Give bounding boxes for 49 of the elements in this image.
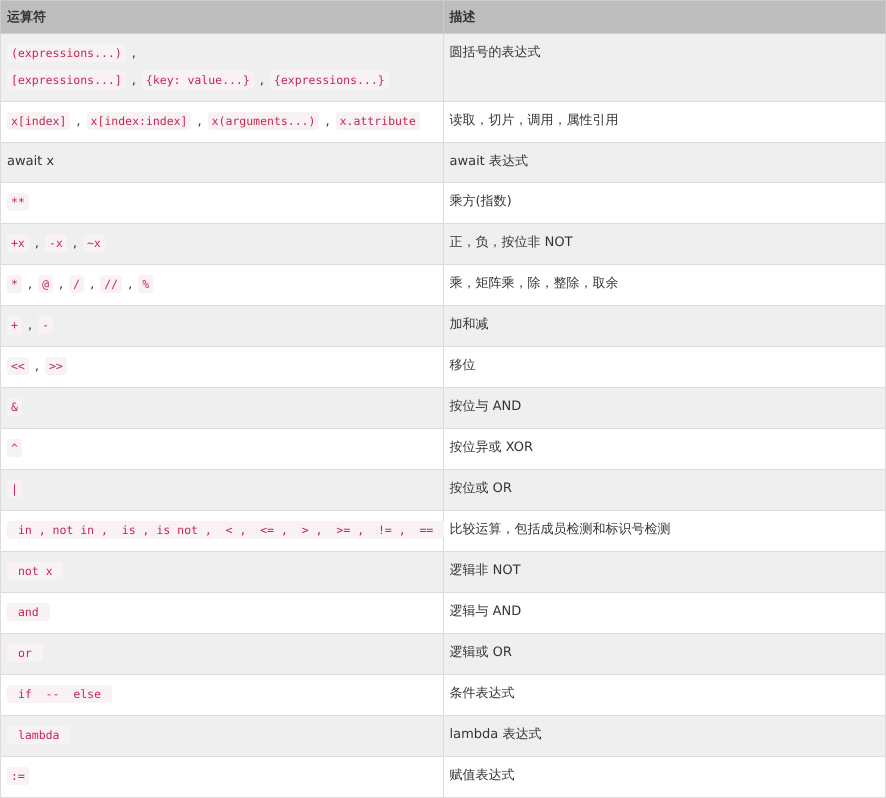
- code-snippet: **: [7, 193, 29, 211]
- column-header: 描述: [443, 0, 886, 34]
- separator-text: ,: [28, 318, 32, 333]
- separator-text: ,: [34, 236, 39, 251]
- code-snippet: (expressions...): [7, 44, 126, 62]
- code-snippet: -x: [45, 234, 67, 252]
- code-snippet: %: [138, 275, 154, 293]
- operator-text: await x: [7, 154, 54, 169]
- separator-text: ,: [128, 277, 132, 292]
- code-snippet: ^: [7, 439, 22, 457]
- code-snippet: or: [7, 644, 43, 662]
- separator-text: ,: [90, 277, 94, 292]
- separator-text: ,: [260, 73, 264, 88]
- code-snippet: [expressions...]: [7, 71, 126, 89]
- code-snippet: |: [7, 480, 22, 498]
- code-snippet: and: [7, 603, 50, 621]
- code-snippet: /: [69, 275, 84, 293]
- separator-text: ,: [197, 114, 202, 129]
- separator-text: ,: [132, 46, 136, 61]
- code-snippet: x[index]: [7, 112, 70, 130]
- code-snippet: :=: [7, 767, 29, 785]
- code-snippet: not x: [7, 562, 64, 580]
- code-snippet: &: [7, 398, 22, 416]
- separator-text: ,: [325, 114, 330, 129]
- separator-text: ,: [59, 277, 64, 292]
- separator-text: ,: [132, 73, 136, 88]
- code-snippet: +x: [7, 234, 29, 252]
- code-snippet: {key: value...}: [142, 71, 254, 89]
- code-snippet: ~x: [83, 234, 105, 252]
- separator-text: ,: [76, 114, 81, 129]
- column-header: 运算符: [0, 0, 443, 34]
- code-snippet: if -- else: [7, 685, 112, 703]
- code-snippet: *: [7, 275, 22, 293]
- code-snippet: in , not in , is , is not , < , <= , > , >= , != , ==: [7, 521, 444, 539]
- separator-text: ,: [72, 236, 77, 251]
- code-snippet: {expressions...}: [270, 71, 389, 89]
- code-snippet: +: [7, 316, 22, 334]
- separator-text: ,: [28, 277, 32, 292]
- code-snippet: -: [38, 316, 54, 334]
- code-snippet: x(arguments...): [208, 112, 320, 130]
- code-snippet: <<: [7, 357, 29, 375]
- code-snippet: lambda: [7, 726, 70, 744]
- code-snippet: x.attribute: [336, 112, 420, 130]
- code-snippet: //: [100, 275, 122, 293]
- code-snippet: x[index:index]: [86, 112, 192, 130]
- separator-text: ,: [34, 359, 39, 374]
- code-snippet: @: [38, 275, 54, 293]
- description-cell: 赋值表达式: [443, 756, 886, 798]
- code-snippet: >>: [45, 357, 67, 375]
